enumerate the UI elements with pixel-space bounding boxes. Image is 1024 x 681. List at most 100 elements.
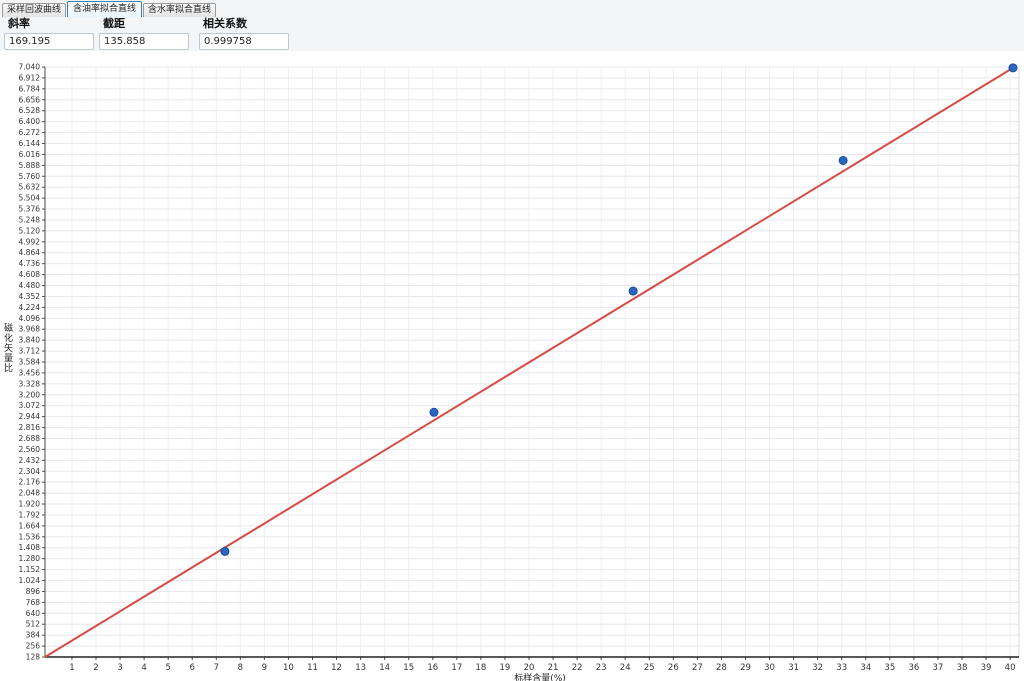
y-tick-label: 5.120 — [19, 226, 41, 235]
y-tick-label: 7.040 — [19, 63, 41, 72]
y-tick-label: 6.144 — [19, 139, 41, 148]
x-tick-label: 27 — [692, 663, 703, 673]
intercept-field: 截距 — [99, 15, 189, 50]
y-tick-label: 768 — [26, 598, 41, 607]
y-axis-title: 磁化矢量比 — [2, 323, 14, 373]
x-tick-label: 35 — [884, 663, 895, 673]
data-point[interactable] — [839, 156, 847, 164]
y-tick-label: 2.816 — [19, 423, 41, 432]
y-tick-label: 3.456 — [19, 368, 41, 377]
y-tick-label: 128 — [26, 653, 41, 662]
x-tick-label: 32 — [812, 663, 823, 673]
y-tick-label: 4.224 — [19, 303, 41, 312]
y-tick-label: 896 — [26, 587, 41, 596]
y-tick-label: 3.072 — [19, 401, 41, 410]
x-tick-label: 29 — [740, 663, 751, 673]
x-tick-label: 5 — [165, 663, 170, 673]
y-tick-label: 3.200 — [19, 390, 41, 399]
y-tick-label: 2.560 — [19, 445, 41, 454]
x-tick-label: 3 — [117, 663, 122, 673]
x-tick-label: 21 — [548, 663, 559, 673]
x-tick-label: 22 — [572, 663, 583, 673]
y-tick-label: 2.432 — [19, 456, 41, 465]
y-tick-label: 4.096 — [19, 314, 41, 323]
x-tick-label: 31 — [788, 663, 799, 673]
y-tick-label: 2.688 — [19, 434, 41, 443]
x-tick-label: 11 — [307, 663, 318, 673]
x-tick-label: 39 — [981, 663, 992, 673]
y-tick-label: 1.536 — [19, 532, 41, 541]
x-tick-label: 7 — [214, 663, 219, 673]
y-tick-label: 4.352 — [19, 292, 41, 301]
x-tick-label: 19 — [500, 663, 511, 673]
x-tick-label: 24 — [620, 663, 631, 673]
y-tick-label: 6.272 — [19, 128, 41, 137]
x-tick-label: 30 — [764, 663, 775, 673]
y-tick-label: 3.840 — [19, 336, 41, 345]
app-window: 采样回波曲线 含油率拟合直线 含水率拟合直线 斜率 截距 相关系数 1 2 34 5 6… — [0, 0, 1024, 681]
x-tick-label: 28 — [716, 663, 727, 673]
y-tick-label: 5.504 — [19, 194, 41, 203]
y-tick-label: 3.328 — [19, 379, 41, 388]
x-tick-label: 33 — [836, 663, 847, 673]
y-tick-label: 256 — [26, 642, 41, 651]
y-tick-label: 640 — [26, 609, 41, 618]
chart-svg[interactable]: 1234567891011121314151617181920212223242… — [0, 51, 1024, 681]
correlation-field: 相关系数 — [199, 15, 289, 50]
x-tick-label: 10 — [283, 663, 294, 673]
y-tick-label: 3.968 — [19, 325, 41, 334]
y-tick-label: 6.656 — [19, 95, 41, 104]
tab-oil-fit-line[interactable]: 含油率拟合直线 — [67, 1, 142, 17]
calibration-chart[interactable]: 1234567891011121314151617181920212223242… — [0, 51, 1024, 681]
y-tick-label: 5.632 — [19, 183, 41, 192]
y-tick-label: 6.912 — [19, 73, 41, 82]
y-tick-label: 1.408 — [19, 543, 41, 552]
x-tick-label: 9 — [262, 663, 267, 673]
y-tick-label: 2.304 — [19, 467, 41, 476]
x-tick-label: 17 — [451, 663, 462, 673]
y-tick-label: 6.400 — [19, 117, 41, 126]
x-tick-label: 1 — [69, 663, 74, 673]
correlation-input[interactable] — [199, 33, 289, 50]
x-tick-label: 20 — [524, 663, 535, 673]
y-tick-label: 5.760 — [19, 172, 41, 181]
correlation-label: 相关系数 — [199, 15, 289, 31]
y-tick-label: 5.888 — [19, 161, 41, 170]
x-tick-label: 14 — [379, 663, 390, 673]
x-tick-label: 36 — [908, 663, 919, 673]
intercept-label: 截距 — [99, 15, 189, 31]
x-tick-label: 34 — [860, 663, 871, 673]
y-tick-label: 6.016 — [19, 150, 41, 159]
y-tick-label: 4.608 — [19, 270, 41, 279]
control-panel: 采样回波曲线 含油率拟合直线 含水率拟合直线 斜率 截距 相关系数 — [0, 0, 1024, 51]
x-tick-label: 37 — [933, 663, 944, 673]
x-tick-label: 25 — [644, 663, 655, 673]
intercept-input[interactable] — [99, 33, 189, 50]
data-point[interactable] — [430, 408, 438, 416]
y-tick-label: 1.664 — [19, 521, 41, 530]
data-point[interactable] — [629, 287, 637, 295]
x-axis-title: 标样含量(%) — [514, 672, 566, 681]
y-tick-label: 6.528 — [19, 106, 41, 115]
y-tick-label: 6.784 — [19, 84, 41, 93]
slope-field: 斜率 — [4, 15, 94, 50]
x-tick-label: 13 — [355, 663, 366, 673]
y-tick-label: 3.584 — [19, 358, 41, 367]
slope-input[interactable] — [4, 33, 94, 50]
x-tick-label: 23 — [596, 663, 607, 673]
y-tick-label: 1.792 — [19, 510, 41, 519]
y-tick-label: 4.736 — [19, 259, 41, 268]
x-tick-label: 6 — [190, 663, 195, 673]
data-point[interactable] — [221, 547, 229, 555]
x-tick-label: 40 — [1005, 663, 1016, 673]
y-tick-label: 2.176 — [19, 478, 41, 487]
x-tick-label: 8 — [238, 663, 243, 673]
y-tick-label: 2.048 — [19, 489, 41, 498]
x-tick-label: 38 — [957, 663, 968, 673]
x-tick-label: 2 — [93, 663, 98, 673]
data-point[interactable] — [1009, 64, 1017, 72]
x-tick-label: 16 — [427, 663, 438, 673]
y-tick-label: 4.992 — [19, 237, 41, 246]
y-tick-label: 2.944 — [19, 412, 41, 421]
x-tick-label: 18 — [475, 663, 486, 673]
